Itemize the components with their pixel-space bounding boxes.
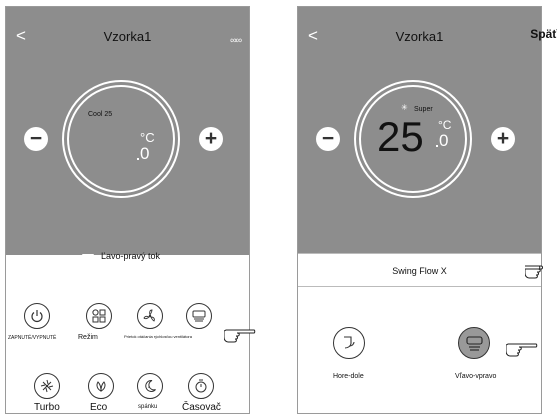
fan-icon xyxy=(143,309,155,322)
decrease-temperature-button[interactable]: − xyxy=(316,127,340,151)
increase-temperature-button[interactable]: + xyxy=(491,127,515,151)
decimal-point xyxy=(137,158,139,160)
temperature-dial-inner-ring xyxy=(67,85,175,193)
swing-louver-icon xyxy=(192,310,206,322)
sleep-moon-icon: z xyxy=(145,379,156,392)
temperature-decimal: 0 xyxy=(140,144,150,163)
swing-button[interactable] xyxy=(186,303,212,329)
mode-label: Režim xyxy=(78,334,98,341)
control-panel: < Vzorka1 − + ✳ Super 25 °C 0 xyxy=(298,7,541,253)
turbo-button[interactable] xyxy=(34,373,60,399)
device-title: Vzorka1 xyxy=(103,29,152,44)
mode-grid-icon xyxy=(92,309,106,323)
left-right-swing-button[interactable] xyxy=(458,327,490,359)
fan-speed-label: Prietok otáčania rýchlosťou ventilátora xyxy=(124,334,192,339)
increase-temperature-button[interactable]: + xyxy=(199,127,223,151)
sleep-button[interactable]: z xyxy=(137,373,163,399)
swing-flow-header: Swing Flow X xyxy=(298,253,541,287)
timer-icon xyxy=(195,379,207,393)
decrease-temperature-button[interactable]: − xyxy=(24,127,48,151)
mode-status-text: Cool 25 xyxy=(88,111,113,118)
left-right-swing-label: Vľavo-vpravo xyxy=(455,373,497,380)
turbo-fan-icon xyxy=(40,379,54,393)
left-right-swing-icon xyxy=(466,336,483,351)
mode-button[interactable] xyxy=(86,303,112,329)
eco-leaf-icon xyxy=(96,381,106,392)
fan-speed-button[interactable] xyxy=(137,303,163,329)
timer-button[interactable] xyxy=(188,373,214,399)
control-panel: < Vzorka1 ∞∞ − + Cool 25 °C 0 Ľavo-pravý… xyxy=(6,7,249,264)
temperature-unit: °C xyxy=(140,130,155,145)
up-down-swing-button[interactable] xyxy=(333,327,365,359)
temperature-unit: °C xyxy=(438,118,452,132)
eco-label: Eco xyxy=(90,402,108,413)
up-down-swing-icon xyxy=(344,336,355,349)
back-text-button[interactable]: Späť xyxy=(530,27,557,41)
airflow-icon xyxy=(82,254,94,264)
pointing-hand-icon xyxy=(525,265,543,279)
snowflake-icon: ✳ xyxy=(401,103,408,112)
pointing-hand-icon xyxy=(224,329,256,343)
swing-flow-title: Swing Flow X xyxy=(392,266,447,276)
more-options-icon[interactable]: ∞∞ xyxy=(230,35,242,45)
svg-text:z: z xyxy=(148,384,150,389)
pointing-hand-icon xyxy=(506,343,538,357)
airflow-label: Ľavo-pravý tok xyxy=(101,251,161,261)
decimal-point xyxy=(436,145,438,147)
temperature-decimal: 0 xyxy=(439,131,449,150)
power-button[interactable] xyxy=(24,303,50,329)
device-title: Vzorka1 xyxy=(395,29,444,44)
sleep-label: spánku xyxy=(138,404,158,410)
turbo-label: Turbo xyxy=(34,402,60,413)
power-label: ZAPNUTÉ/VYPNUTÉ xyxy=(8,335,57,341)
timer-label: Časovač xyxy=(182,402,221,413)
mode-status-text: Super xyxy=(414,106,433,113)
power-icon xyxy=(31,310,43,323)
eco-button[interactable] xyxy=(88,373,114,399)
temperature-value: 25 xyxy=(377,113,424,160)
up-down-swing-label: Hore-dole xyxy=(333,373,364,380)
left-phone-screen: < Vzorka1 ∞∞ − + Cool 25 °C 0 Ľavo-pravý… xyxy=(5,6,250,414)
